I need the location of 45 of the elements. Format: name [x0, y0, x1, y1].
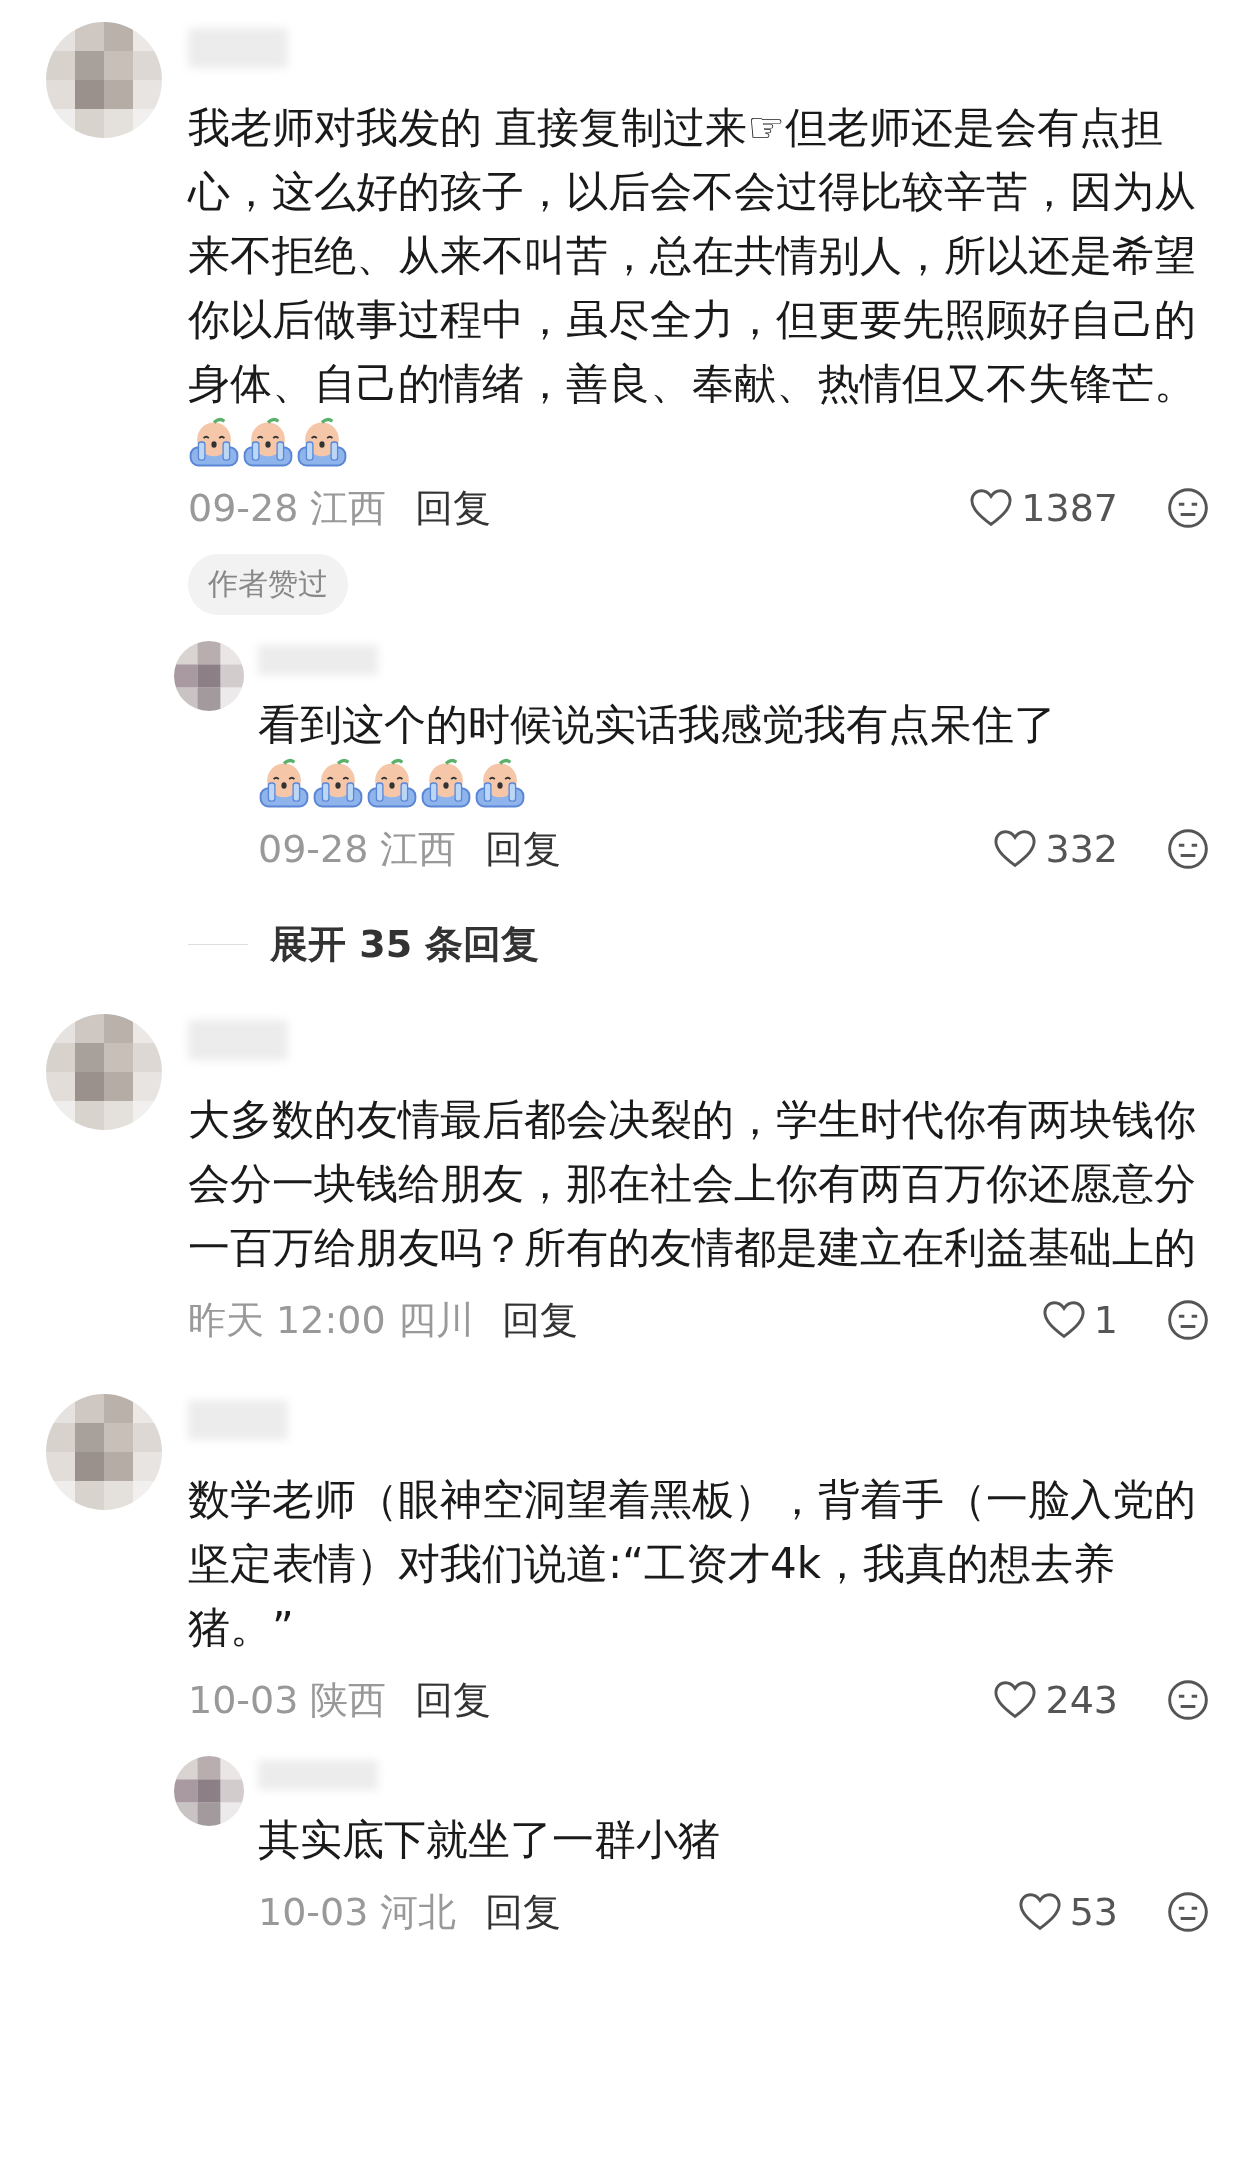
like-button[interactable]: 243 [993, 1678, 1118, 1722]
crying-sticker-icon [366, 757, 418, 809]
neutral-face-icon[interactable] [1166, 486, 1210, 530]
crying-sticker-icon [474, 757, 526, 809]
crying-sticker-icon [312, 757, 364, 809]
comment-text: 我老师对我发的 直接复制过来☞但老师还是会有点担心，这么好的孩子，以后会不会过得比较辛苦，因为从来不拒绝、从来不叫苦，总在共情别人，所以还是希望你以后做事过程中，虽尽全力，但更要先照顾好自己的身体、自己的情绪，善良、奉献、热情但又不失锋芒。 [188, 102, 1197, 410]
heart-icon [1041, 1300, 1086, 1340]
crying-sticker-icon [242, 416, 294, 468]
comment-text: 数学老师（眼神空洞望着黑板），背着手（一脸入党的坚定表情）对我们说道:“工资才4k，我真的想去养猪。” [188, 1474, 1197, 1654]
comment-text: 大多数的友情最后都会决裂的，学生时代你有两块钱你会分一块钱给朋友，那在社会上你有两百万你还愿意分一百万给朋友吗？所有的友情都是建立在利益基础上的 [188, 1094, 1197, 1274]
neutral-face-icon[interactable] [1166, 827, 1210, 871]
reply-text: 其实底下就坐了一群小猪 [258, 1814, 721, 1866]
reply-button[interactable]: 回复 [414, 1674, 491, 1726]
heart-icon [1017, 1892, 1062, 1932]
reply-button[interactable]: 回复 [484, 823, 561, 875]
avatar[interactable] [46, 1014, 162, 1130]
crying-sticker-icon [188, 416, 240, 468]
author-liked-badge: 作者赞过 [188, 554, 348, 615]
reply-button[interactable]: 回复 [414, 482, 491, 534]
crying-sticker-icon [258, 757, 310, 809]
date-location: 10-03 陕西 [188, 1676, 387, 1724]
like-button[interactable]: 332 [993, 827, 1118, 871]
date-location: 10-03 河北 [258, 1888, 457, 1936]
neutral-face-icon[interactable] [1166, 1890, 1210, 1934]
expand-replies-button[interactable]: 展开 35 条回复 [270, 919, 540, 970]
heart-icon [993, 1680, 1038, 1720]
like-button[interactable]: 1 [1041, 1298, 1118, 1342]
neutral-face-icon[interactable] [1166, 1298, 1210, 1342]
avatar[interactable] [174, 1756, 244, 1826]
date-location: 09-28 江西 [188, 484, 387, 532]
avatar[interactable] [46, 22, 162, 138]
avatar[interactable] [46, 1394, 162, 1510]
like-button[interactable]: 53 [1017, 1890, 1118, 1934]
heart-icon [969, 488, 1014, 528]
reply-button[interactable]: 回复 [484, 1886, 561, 1938]
avatar[interactable] [174, 641, 244, 711]
neutral-face-icon[interactable] [1166, 1678, 1210, 1722]
heart-icon [993, 829, 1038, 869]
like-button[interactable]: 1387 [969, 486, 1118, 530]
crying-sticker-icon [296, 416, 348, 468]
crying-sticker-icon [420, 757, 472, 809]
reply-button[interactable]: 回复 [501, 1294, 578, 1346]
reply-text: 看到这个的时候说实话我感觉我有点呆住了 [258, 699, 1057, 751]
date-location: 09-28 江西 [258, 825, 457, 873]
date-location: 昨天 12:00 四川 [188, 1296, 474, 1344]
